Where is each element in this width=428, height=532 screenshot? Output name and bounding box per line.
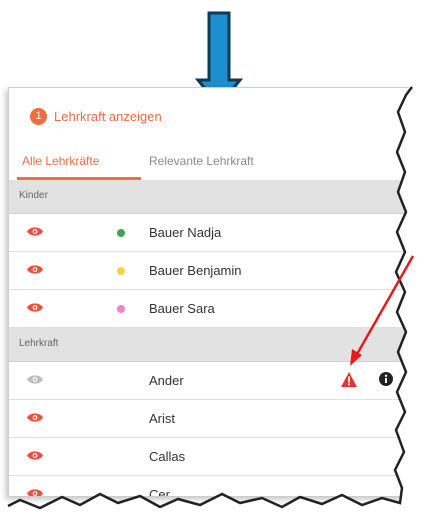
red-annotation-arrow-icon [350, 255, 415, 366]
